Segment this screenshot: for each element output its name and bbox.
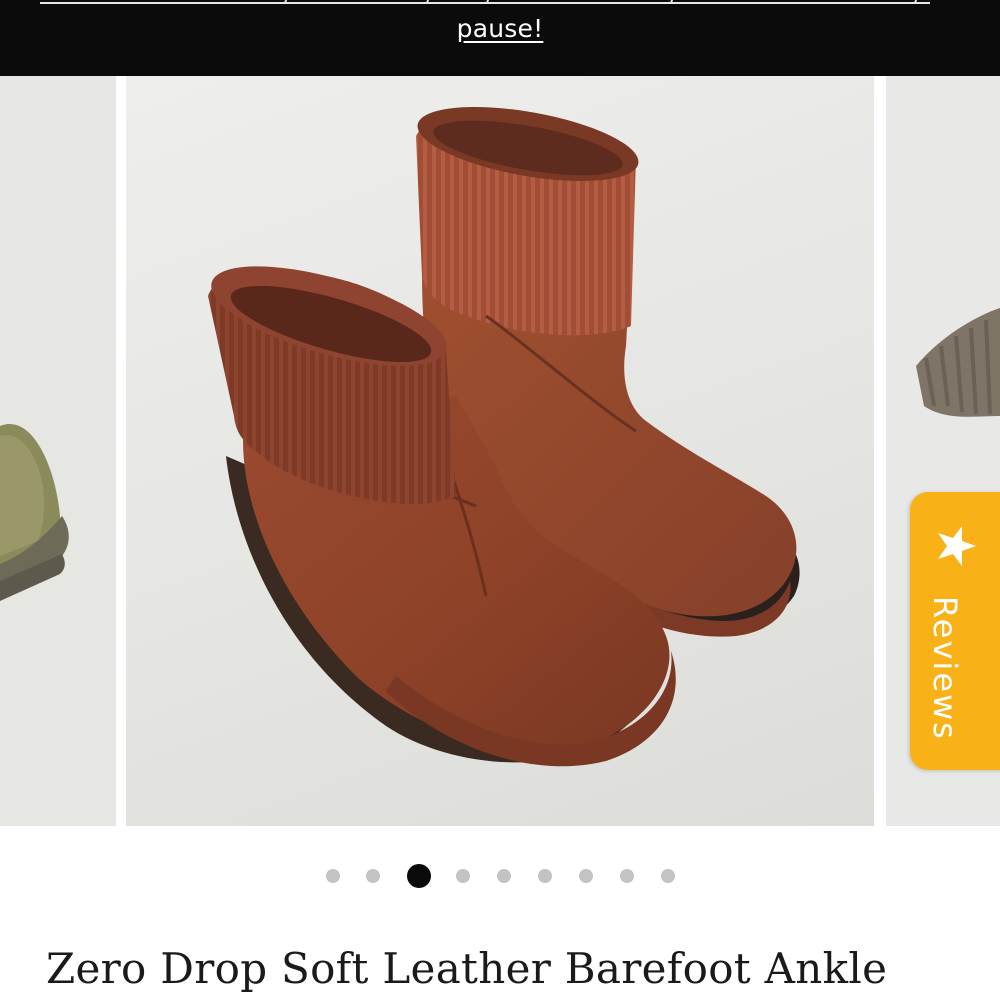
pagination-dot-active[interactable] — [407, 864, 431, 888]
announcement-banner: pause! — [0, 0, 1000, 76]
pagination-dot[interactable] — [366, 869, 380, 883]
product-title: Zero Drop Soft Leather Barefoot Ankle — [46, 944, 888, 993]
pagination-dot[interactable] — [661, 869, 675, 883]
pagination-dot[interactable] — [579, 869, 593, 883]
star-icon — [938, 526, 976, 566]
pagination-dot[interactable] — [538, 869, 552, 883]
brown-ankle-boots-image — [208, 106, 800, 767]
gallery-pagination — [0, 862, 1000, 890]
gallery-slide-current[interactable] — [126, 76, 874, 826]
pagination-dot[interactable] — [497, 869, 511, 883]
banner-link[interactable]: pause! — [0, 14, 1000, 43]
product-image-gallery[interactable]: Reviews — [0, 76, 1000, 828]
gallery-slide-previous[interactable] — [0, 76, 116, 826]
pagination-dot[interactable] — [326, 869, 340, 883]
olive-boot-image — [0, 76, 116, 826]
pagination-dot[interactable] — [456, 869, 470, 883]
reviews-tab[interactable]: Reviews — [910, 492, 1000, 770]
pagination-dot[interactable] — [620, 869, 634, 883]
reviews-label: Reviews — [926, 596, 964, 741]
